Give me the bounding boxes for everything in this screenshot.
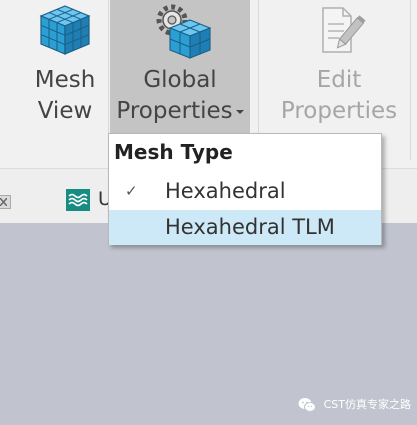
ribbon-separator <box>410 0 411 160</box>
global-properties-label: Global Properties <box>110 65 250 127</box>
gear-mesh-icon <box>156 4 212 59</box>
watermark: CST仿真专家之路 <box>298 395 411 415</box>
chevron-down-icon <box>235 109 244 114</box>
mesh-view-button[interactable]: Mesh View <box>26 0 104 127</box>
mesh-view-label: Mesh View <box>34 67 96 124</box>
edit-properties-label: Edit Properties <box>280 67 398 124</box>
wechat-logo-icon <box>298 398 317 412</box>
menu-item-label: Hexahedral <box>165 179 286 203</box>
menu-item-label: Hexahedral TLM <box>165 215 335 239</box>
tab-close-button[interactable] <box>0 195 11 209</box>
close-icon <box>0 198 7 206</box>
global-properties-button[interactable]: Global Properties <box>110 0 250 140</box>
mesh-type-menu: Mesh Type ✓ Hexahedral Hexahedral TLM <box>108 133 382 245</box>
edit-properties-button[interactable]: Edit Properties <box>275 0 403 127</box>
wave-tab-icon <box>66 189 90 211</box>
menu-item-hexahedral[interactable]: ✓ Hexahedral <box>109 174 381 209</box>
menu-header: Mesh Type <box>114 140 233 164</box>
pencil-document-icon <box>322 7 366 53</box>
mesh-cube-icon <box>39 5 91 55</box>
menu-item-hexahedral-tlm[interactable]: Hexahedral TLM <box>109 210 381 245</box>
watermark-text: CST仿真专家之路 <box>323 398 411 411</box>
checkmark-icon: ✓ <box>125 182 138 200</box>
